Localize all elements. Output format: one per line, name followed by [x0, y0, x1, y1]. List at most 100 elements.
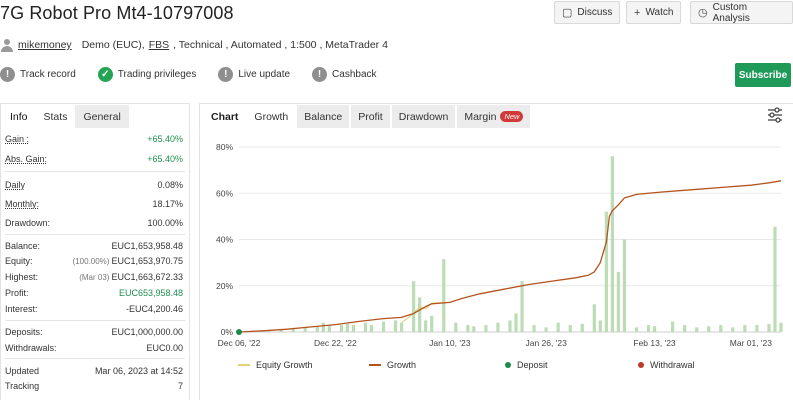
chart-settings-icon[interactable] — [766, 106, 784, 124]
tab-balance[interactable]: Balance — [297, 105, 350, 128]
tab-info[interactable]: Info — [2, 105, 36, 128]
divider — [5, 171, 185, 172]
tab-general[interactable]: General — [75, 105, 129, 128]
stat-value: -EUC4,200.46 — [125, 304, 183, 314]
stat-drawdown: Drawdown: 100.00% — [5, 218, 183, 228]
tab-margin[interactable]: Margin New — [457, 105, 531, 128]
daily-gain-bar — [598, 320, 602, 332]
stat-label: Interest: — [5, 304, 38, 314]
divider — [5, 320, 185, 321]
info-panel: Info Stats General — [0, 103, 190, 400]
daily-gain-bar — [424, 320, 428, 332]
y-tick-label: 20% — [216, 281, 233, 291]
stat-highest: Highest: (Mar 03) EUC1,663,672.33 — [5, 272, 183, 282]
status-label: Track record — [20, 69, 76, 80]
y-tick-label: 40% — [216, 235, 233, 245]
custom-analysis-button[interactable]: ◷ Custom Analysis — [690, 1, 793, 24]
stat-value: EUC1,653,958.48 — [111, 241, 183, 251]
daily-gain-bar — [532, 325, 536, 332]
daily-gain-bar — [472, 326, 476, 332]
account-meta: mikemoney Demo (EUC), FBS , Technical , … — [0, 38, 388, 52]
stat-deposits: Deposits: EUC1,000,000.00 — [5, 327, 183, 337]
daily-gain-bar — [610, 156, 614, 332]
daily-gain-bar — [731, 327, 735, 332]
stat-abs-gain: Abs. Gain: +65.40% — [5, 154, 183, 164]
stat-label: Tracking — [5, 381, 40, 391]
watch-button[interactable]: + Watch — [626, 1, 682, 24]
broker-link[interactable]: FBS — [149, 39, 169, 51]
stat-value: 18.17% — [152, 199, 183, 209]
daily-gain-bar — [580, 323, 584, 332]
info-tabs: Info Stats General — [2, 105, 129, 128]
stat-label[interactable]: Daily — [5, 180, 25, 190]
discuss-button[interactable]: ▢ Discuss — [554, 1, 621, 24]
daily-gain-bar — [779, 322, 783, 332]
daily-gain-bar — [773, 226, 777, 332]
legend-dot-icon — [638, 362, 644, 368]
daily-gain-bar — [514, 313, 518, 332]
daily-gain-bar — [755, 325, 759, 332]
stat-value: EUC1,663,672.33 — [111, 272, 183, 282]
stat-value: +65.40% — [147, 134, 183, 144]
x-tick-label: Mar 01, '23 — [730, 338, 773, 348]
tab-stats[interactable]: Stats — [36, 105, 76, 128]
stat-value: Mar 06, 2023 at 14:52 — [94, 366, 183, 376]
legend-equity-growth[interactable]: Equity Growth — [238, 360, 313, 370]
stat-gain: Gain : +65.40% — [5, 134, 183, 144]
daily-gain-bar — [634, 327, 639, 332]
tab-chart[interactable]: Chart — [204, 105, 245, 128]
discuss-label: Discuss — [577, 7, 613, 18]
tab-margin-label: Margin — [464, 110, 497, 123]
custom-analysis-label: Custom Analysis — [712, 1, 750, 24]
user-avatar-icon — [0, 38, 14, 52]
legend-deposit[interactable]: Deposit — [505, 360, 548, 370]
subscribe-button[interactable]: Subscribe — [735, 63, 791, 87]
tab-drawdown[interactable]: Drawdown — [391, 105, 456, 128]
daily-gain-bar — [412, 281, 416, 332]
status-label: Cashback — [332, 69, 377, 80]
legend-label: Deposit — [517, 360, 548, 370]
stat-profit: Profit: EUC653,958.48 — [5, 288, 183, 298]
daily-gain-bar — [695, 327, 699, 332]
legend-growth[interactable]: Growth — [369, 360, 416, 370]
user-link[interactable]: mikemoney — [18, 39, 72, 51]
status-cashback[interactable]: ! Cashback — [312, 67, 377, 82]
divider — [5, 234, 185, 235]
stat-label[interactable]: Gain : — [5, 134, 29, 144]
exclamation-icon: ! — [218, 67, 234, 82]
stat-interest: Interest: -EUC4,200.46 — [5, 304, 183, 314]
stat-monthly: Monthly: 18.17% — [5, 199, 183, 209]
account-details: , Technical , Automated , 1:500 , MetaTr… — [173, 39, 388, 51]
exclamation-icon: ! — [0, 67, 15, 82]
x-tick-label: Dec 06, '22 — [218, 338, 261, 348]
stat-label[interactable]: Monthly: — [5, 199, 39, 209]
stat-equity: Equity: (100.00%) EUC1,653,970.75 — [5, 256, 183, 266]
deposit-point — [236, 329, 242, 335]
legend-withdrawal[interactable]: Withdrawal — [638, 360, 695, 370]
x-tick-label: Jan 10, '23 — [429, 338, 471, 348]
daily-gain-bar — [466, 325, 470, 332]
legend-label: Equity Growth — [256, 360, 313, 370]
daily-gain-bar — [393, 320, 398, 332]
page-title: 7G Robot Pro Mt4-10797008 — [0, 3, 234, 23]
status-track-record[interactable]: ! Track record — [0, 67, 76, 82]
daily-gain-bar — [592, 304, 596, 332]
x-tick-label: Dec 22, '22 — [314, 338, 357, 348]
tab-profit[interactable]: Profit — [351, 105, 390, 128]
status-live-update[interactable]: ! Live update — [218, 67, 290, 82]
daily-gain-bar — [622, 239, 627, 332]
stat-label[interactable]: Abs. Gain: — [5, 154, 47, 164]
daily-gain-bar — [743, 325, 747, 332]
x-tick-label: Jan 26, '23 — [525, 338, 567, 348]
stat-value: EUC653,958.48 — [118, 288, 183, 298]
growth-chart: 0% 20% 40% 60% 80% Dec 06, '22 Dec 22, '22 Jan … — [216, 142, 783, 348]
stat-label: Balance: — [5, 241, 41, 251]
clock-icon: ◷ — [698, 7, 708, 19]
stat-tracking: Tracking 7 — [5, 381, 183, 391]
status-trading-privileges[interactable]: ✓ Trading privileges — [97, 67, 196, 82]
tab-growth[interactable]: Growth — [247, 105, 295, 128]
x-tick-label: Feb 13, '23 — [633, 338, 676, 348]
legend-line-icon — [369, 364, 381, 366]
daily-gain-bar — [646, 325, 651, 332]
daily-gain-bar — [345, 323, 349, 332]
